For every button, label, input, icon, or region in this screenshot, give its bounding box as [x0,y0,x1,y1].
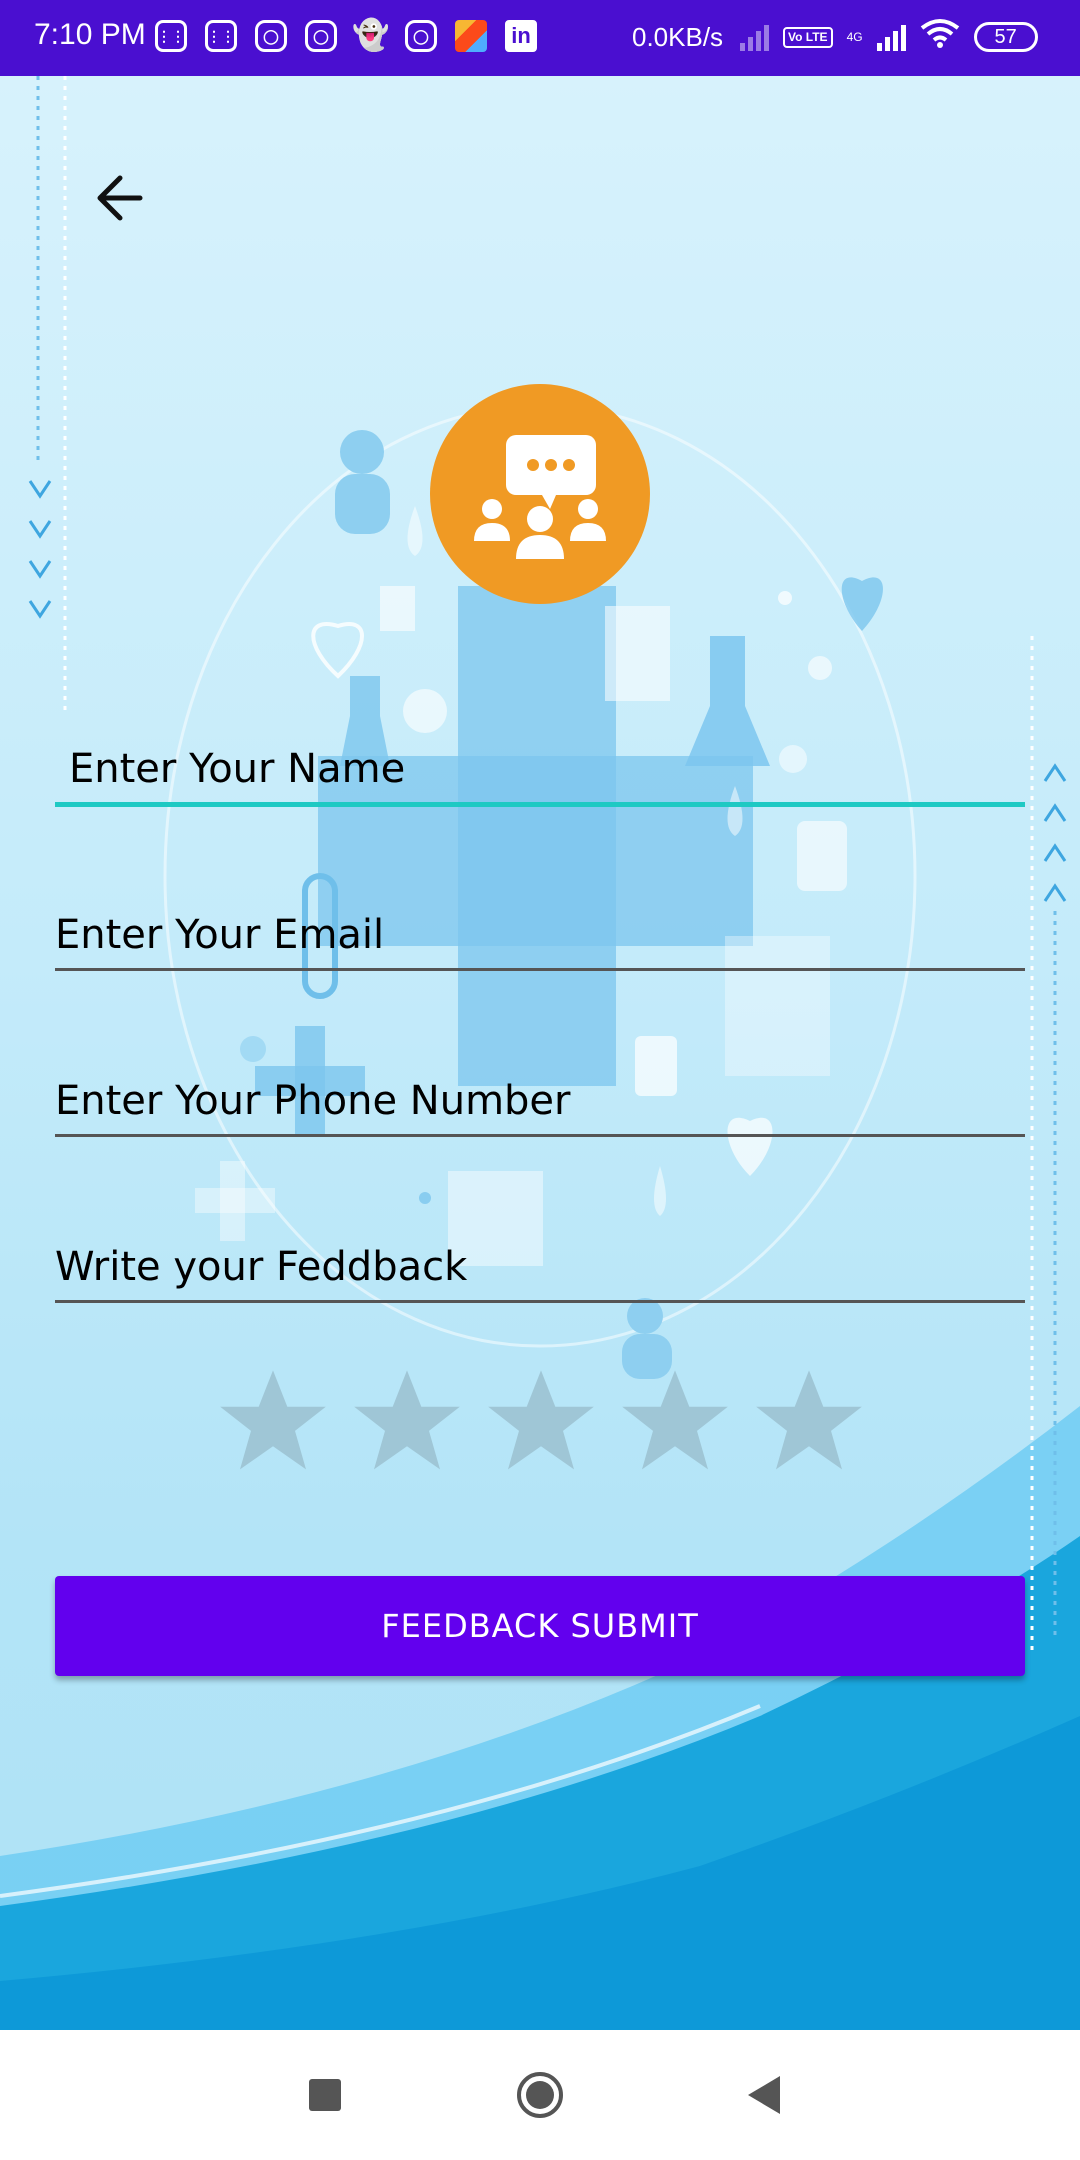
wifi-icon [920,18,960,56]
snapchat-icon: 👻 [352,19,390,52]
email-input[interactable]: Enter Your Email [55,912,1025,958]
right-chevron-decoration [1030,636,1067,1656]
back-button[interactable] [90,166,154,230]
feedback-screen: Enter Your Name Enter Your Email Enter Y… [0,76,1080,2030]
kite-icon [455,20,487,52]
email-underline [55,968,1025,971]
feedback-input[interactable]: Write your Feddback [55,1244,1025,1290]
star-icon[interactable] [754,1366,864,1476]
status-time: 7:10 PM [34,18,146,51]
battery-icon: 57 [973,22,1038,52]
grid-app-icon: ⋮⋮ [155,20,187,52]
home-button[interactable] [515,2070,565,2120]
network-type: 4G [846,30,863,44]
rating-bar[interactable] [218,1366,864,1476]
status-bar: 7:10 PM ⋮⋮ ⋮⋮ ◯ ◯ 👻 ◯ in 0.0KB/s Vo LTE … [0,0,1080,76]
name-field[interactable]: Enter Your Name [55,746,1025,807]
instagram-icon: ◯ [305,20,337,52]
phone-input[interactable]: Enter Your Phone Number [55,1078,1025,1124]
star-icon[interactable] [352,1366,462,1476]
medical-background-illustration [0,404,1080,2030]
phone-underline [55,1134,1025,1137]
feedback-field[interactable]: Write your Feddback [55,1244,1025,1303]
name-underline [55,802,1025,807]
nav-back-button[interactable] [740,2070,790,2120]
arrow-back-icon [97,175,143,221]
left-chevron-decoration [28,76,67,716]
signal-icon [740,23,769,51]
star-icon[interactable] [218,1366,328,1476]
feedback-submit-button[interactable]: FEEDBACK SUBMIT [55,1576,1025,1676]
notification-icons: ⋮⋮ ⋮⋮ ◯ ◯ 👻 ◯ in [155,20,537,52]
star-icon[interactable] [620,1366,730,1476]
instagram-icon: ◯ [255,20,287,52]
name-input[interactable]: Enter Your Name [55,746,1025,792]
feedback-logo [430,384,650,604]
grid-app-icon: ⋮⋮ [205,20,237,52]
signal-icon [876,23,906,51]
volte-badge: Vo LTE [783,26,833,48]
network-speed: 0.0KB/s [632,22,724,52]
email-field[interactable]: Enter Your Email [55,912,1025,971]
navigation-bar [0,2030,1080,2160]
recent-apps-button[interactable] [300,2070,350,2120]
system-icons: Vo LTE 4G 57 [740,18,1038,56]
phone-field[interactable]: Enter Your Phone Number [55,1078,1025,1137]
linkedin-icon: in [505,20,537,52]
instagram-icon: ◯ [405,20,437,52]
star-icon[interactable] [486,1366,596,1476]
feedback-underline [55,1300,1025,1303]
group-chat-icon [474,435,606,559]
